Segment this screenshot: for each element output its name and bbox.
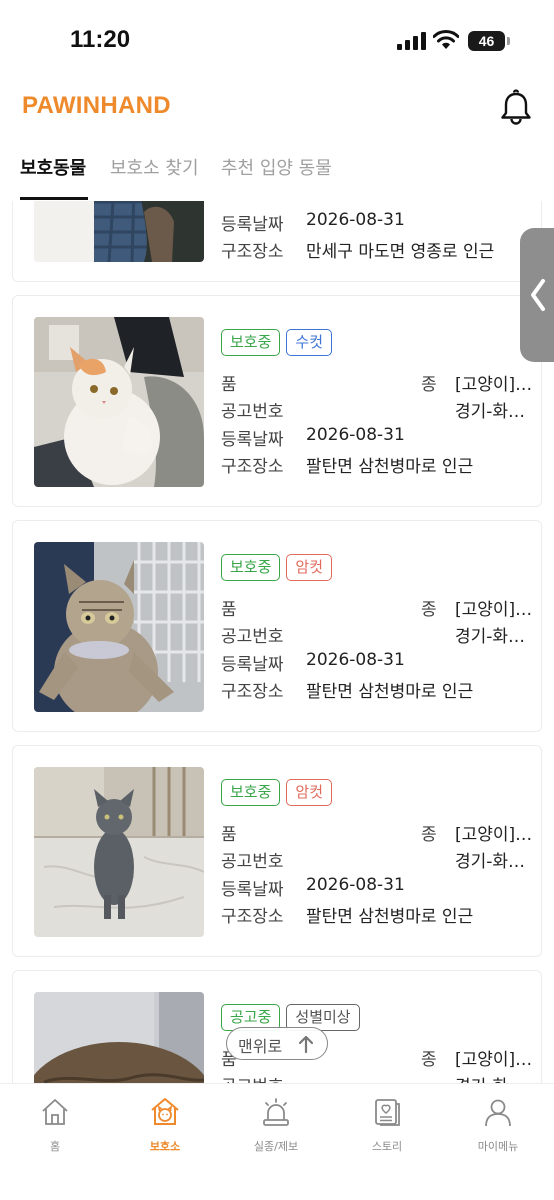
place-label: 구조장소 <box>221 907 284 927</box>
tab-recommended-adoption[interactable]: 추천 입양 동물 <box>221 154 332 180</box>
species-value: [고양이]… <box>455 600 533 620</box>
animal-list[interactable]: 등록날짜 2026-08-31 구조장소 만세구 마도면 영종로 인근 보호중 … <box>0 201 554 1083</box>
sex-badge: 암컷 <box>286 779 333 806</box>
signal-icon <box>397 32 426 50</box>
notice-label: 공고번호 <box>221 402 284 422</box>
place-label: 구조장소 <box>221 457 284 477</box>
place-label: 구조장소 <box>221 242 284 262</box>
status-badges: 보호중 수컷 <box>221 329 338 357</box>
place-label: 구조장소 <box>221 682 284 702</box>
scroll-top-label: 맨위로 <box>238 1037 283 1056</box>
app-logo[interactable]: PAWINHAND <box>22 92 171 120</box>
nav-missing-report[interactable]: 실종/제보 <box>221 1092 331 1162</box>
active-tab-indicator <box>20 197 88 200</box>
chevron-left-icon <box>531 279 545 311</box>
battery-icon: 46 <box>468 31 510 51</box>
app-header: PAWINHAND <box>0 82 554 146</box>
date-label: 등록날짜 <box>221 655 284 675</box>
tab-bar: 보호동물 보호소 찾기 추천 입양 동물 <box>0 148 554 202</box>
notice-label: 공고번호 <box>221 1072 284 1083</box>
wifi-icon <box>433 30 459 49</box>
status-badge: 보호중 <box>221 554 281 581</box>
place-value: 팔탄면 삼천병마로 인근 <box>306 907 474 927</box>
animal-photo[interactable] <box>34 542 204 712</box>
battery-tip <box>507 37 510 45</box>
date-value: 2026-08-31 <box>306 650 405 670</box>
scroll-top-button[interactable]: 맨위로 <box>226 1027 328 1060</box>
nav-shelter[interactable]: 보호소 <box>110 1092 220 1162</box>
notification-button[interactable] <box>494 86 538 130</box>
date-value: 2026-08-31 <box>306 875 405 895</box>
species-key-label: 종 <box>421 825 437 845</box>
status-time: 11:20 <box>70 26 131 53</box>
species-key-label: 종 <box>421 375 437 395</box>
siren-icon <box>263 1098 289 1126</box>
profile-icon <box>485 1099 511 1127</box>
animal-photo[interactable] <box>34 992 204 1083</box>
nav-missing-report-label: 실종/제보 <box>253 1140 299 1153</box>
species-value: [고양이]… <box>455 375 533 395</box>
nav-my-menu[interactable]: 마이메뉴 <box>443 1092 553 1162</box>
nav-my-menu-label: 마이메뉴 <box>477 1140 519 1153</box>
status-bar: 11:20 46 <box>0 0 554 82</box>
place-value: 팔탄면 삼천병마로 인근 <box>306 682 474 702</box>
nav-story-label: 스토리 <box>371 1140 403 1153</box>
animal-photo[interactable] <box>34 201 204 262</box>
status-badge: 보호중 <box>221 779 281 806</box>
species-value: [고양이]… <box>455 1050 533 1070</box>
nav-home[interactable]: 홈 <box>0 1092 110 1162</box>
home-icon <box>42 1099 68 1125</box>
place-value: 만세구 마도면 영종로 인근 <box>306 242 495 262</box>
story-icon <box>375 1099 400 1126</box>
nav-home-label: 홈 <box>49 1140 61 1153</box>
animal-card[interactable]: 보호중 암컷 품 종 [고양이]… 공고번호 경기-화… 등록날짜 2026-08… <box>12 745 542 957</box>
species-label: 품 <box>221 825 237 845</box>
animal-card[interactable]: 보호중 수컷 품 종 [고양이]… 공고번호 경기-화… 등록날짜 2026-08… <box>12 295 542 507</box>
date-label: 등록날짜 <box>221 430 284 450</box>
date-label: 등록날짜 <box>221 880 284 900</box>
sex-badge: 수컷 <box>286 329 333 356</box>
date-value: 2026-08-31 <box>306 425 405 445</box>
status-badges: 보호중 암컷 <box>221 554 338 582</box>
animal-card[interactable]: 등록날짜 2026-08-31 구조장소 만세구 마도면 영종로 인근 <box>12 201 542 282</box>
bell-icon <box>501 89 531 125</box>
species-label: 품 <box>221 600 237 620</box>
animal-photo[interactable] <box>34 317 204 487</box>
notice-label: 공고번호 <box>221 627 284 647</box>
sex-badge: 암컷 <box>286 554 333 581</box>
notice-value: 경기-화… <box>455 402 526 422</box>
side-drawer-handle[interactable] <box>520 228 554 362</box>
species-key-label: 종 <box>421 600 437 620</box>
nav-shelter-label: 보호소 <box>149 1140 181 1153</box>
notice-value: 경기-화… <box>455 627 526 647</box>
animal-card[interactable]: 보호중 암컷 품 종 [고양이]… 공고번호 경기-화… 등록날짜 2026-08… <box>12 520 542 732</box>
species-key-label: 종 <box>421 1050 437 1070</box>
arrow-up-icon <box>298 1035 314 1054</box>
notice-label: 공고번호 <box>221 852 284 872</box>
animal-photo[interactable] <box>34 767 204 937</box>
tab-protected-animals[interactable]: 보호동물 <box>20 154 86 180</box>
notice-value: 경기-화… <box>455 852 526 872</box>
date-label: 등록날짜 <box>221 215 284 235</box>
status-badges: 보호중 암컷 <box>221 779 338 807</box>
battery-percent: 46 <box>478 33 495 49</box>
bottom-navigation: 홈 보호소 실종/제보 스토리 마이메뉴 <box>0 1083 554 1200</box>
notice-value: 경기-화 <box>455 1072 508 1083</box>
tab-find-shelter[interactable]: 보호소 찾기 <box>110 154 199 180</box>
date-value: 2026-08-31 <box>306 210 405 230</box>
species-value: [고양이]… <box>455 825 533 845</box>
species-label: 품 <box>221 375 237 395</box>
place-value: 팔탄면 삼천병마로 인근 <box>306 457 474 477</box>
shelter-icon <box>151 1098 179 1125</box>
status-badge: 보호중 <box>221 329 281 356</box>
nav-story[interactable]: 스토리 <box>332 1092 442 1162</box>
